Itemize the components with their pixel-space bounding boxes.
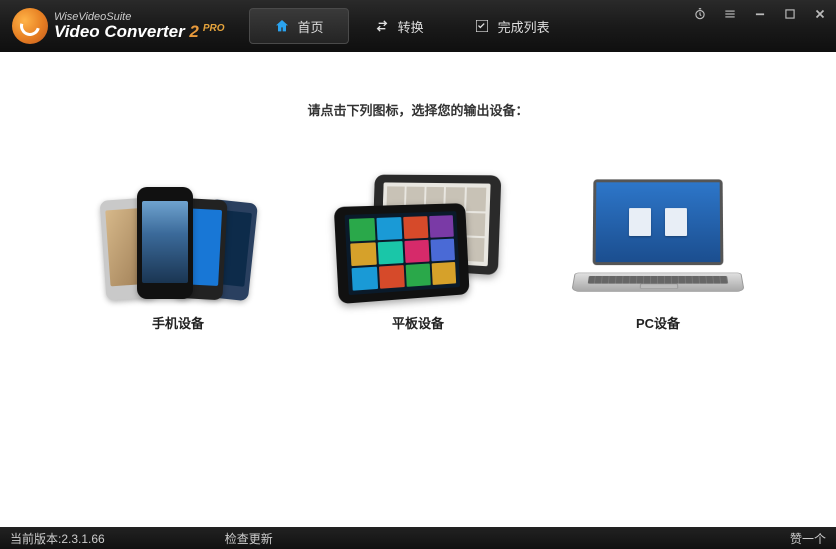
- statusbar: 当前版本:2.3.1.66 检查更新 赞一个: [0, 527, 836, 549]
- main-content: 请点击下列图标，选择您的输出设备： 手机设备: [0, 52, 836, 527]
- home-icon: [274, 18, 290, 34]
- close-button[interactable]: [812, 6, 828, 22]
- tablet-illustration: [333, 159, 503, 299]
- window-controls: [692, 6, 828, 22]
- app-logo: WiseVideoSuite Video Converter 2PRO: [8, 8, 225, 44]
- product-name: Video Converter 2PRO: [54, 23, 225, 42]
- device-tablet-label: 平板设备: [392, 313, 444, 332]
- tab-completed[interactable]: 完成列表: [449, 8, 575, 44]
- device-grid: 手机设备 平板设备: [0, 159, 836, 332]
- clock-icon[interactable]: [692, 6, 708, 22]
- tab-home-label: 首页: [298, 17, 324, 36]
- tab-convert[interactable]: 转换: [349, 8, 449, 44]
- nav-tabs: 首页 转换 完成列表: [249, 0, 575, 52]
- device-pc[interactable]: PC设备: [573, 159, 743, 332]
- laptop-illustration: [573, 159, 743, 299]
- menu-icon[interactable]: [722, 6, 738, 22]
- maximize-button[interactable]: [782, 6, 798, 22]
- pro-badge: PRO: [203, 23, 225, 34]
- prompt-text: 请点击下列图标，选择您的输出设备：: [0, 100, 836, 119]
- convert-icon: [374, 18, 390, 34]
- device-pc-label: PC设备: [636, 313, 680, 332]
- tab-home[interactable]: 首页: [249, 8, 349, 44]
- device-tablet[interactable]: 平板设备: [333, 159, 503, 332]
- tab-completed-label: 完成列表: [498, 17, 550, 36]
- check-icon: [474, 18, 490, 34]
- like-link[interactable]: 赞一个: [790, 530, 826, 547]
- logo-text: WiseVideoSuite Video Converter 2PRO: [54, 11, 225, 42]
- device-phone-label: 手机设备: [152, 313, 204, 332]
- logo-icon: [12, 8, 48, 44]
- minimize-button[interactable]: [752, 6, 768, 22]
- device-phone[interactable]: 手机设备: [93, 159, 263, 332]
- titlebar: WiseVideoSuite Video Converter 2PRO 首页 转…: [0, 0, 836, 52]
- phone-illustration: [93, 159, 263, 299]
- tab-convert-label: 转换: [398, 17, 424, 36]
- check-updates-link[interactable]: 检查更新: [225, 530, 273, 547]
- version-info[interactable]: 当前版本:2.3.1.66: [10, 530, 105, 547]
